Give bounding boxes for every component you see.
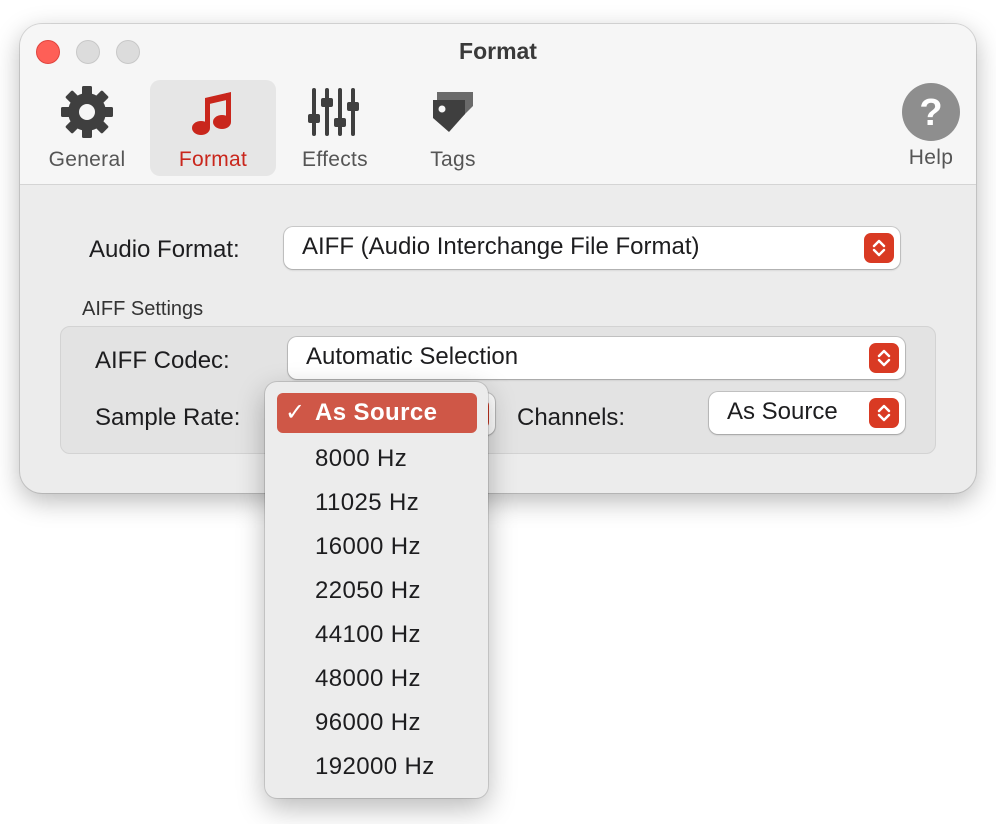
chevron-up-down-icon	[869, 343, 899, 373]
toolbar-tags[interactable]: Tags	[390, 80, 516, 176]
sample-rate-option[interactable]: 48000 Hz	[277, 659, 477, 699]
sample-rate-option[interactable]: 16000 Hz	[277, 527, 477, 567]
toolbar-tags-label: Tags	[430, 148, 476, 171]
music-note-icon	[183, 82, 243, 142]
sample-rate-option[interactable]: ✓ As Source	[277, 393, 477, 433]
audio-format-popup[interactable]: AIFF (Audio Interchange File Format)	[284, 227, 900, 269]
sample-rate-option[interactable]: 8000 Hz	[277, 439, 477, 479]
toolbar-general-label: General	[48, 148, 126, 171]
channels-value: As Source	[727, 398, 838, 425]
channels-popup[interactable]: As Source	[709, 392, 905, 434]
toolbar-effects[interactable]: Effects	[272, 80, 398, 176]
sample-rate-option-label: 96000 Hz	[315, 709, 421, 736]
aiff-codec-label: AIFF Codec:	[95, 347, 230, 374]
chevron-up-down-icon	[869, 398, 899, 428]
aiff-settings-title: AIFF Settings	[82, 298, 204, 320]
sample-rate-option-label: 16000 Hz	[315, 533, 421, 560]
chevron-up-down-icon	[864, 233, 894, 263]
checkmark-icon: ✓	[285, 399, 306, 426]
question-icon: ?	[901, 82, 961, 142]
toolbar-help-label: Help	[908, 146, 954, 169]
sample-rate-option-label: 11025 Hz	[315, 489, 420, 516]
format-window: Format General Format Effects Tags ? Hel…	[20, 24, 976, 493]
svg-text:?: ?	[919, 92, 942, 134]
format-settings-panel: Audio Format: AIFF (Audio Interchange Fi…	[20, 186, 976, 493]
audio-format-label: Audio Format:	[89, 236, 240, 263]
sample-rate-option[interactable]: 96000 Hz	[277, 703, 477, 743]
toolbar-effects-label: Effects	[302, 148, 368, 171]
sample-rate-option-label: 44100 Hz	[315, 621, 421, 648]
channels-label: Channels:	[517, 404, 626, 431]
audio-format-value: AIFF (Audio Interchange File Format)	[302, 233, 700, 260]
sample-rate-option-label: 192000 Hz	[315, 753, 435, 780]
aiff-codec-value: Automatic Selection	[306, 343, 519, 370]
sample-rate-option-label: 48000 Hz	[315, 665, 421, 692]
sample-rate-option[interactable]: 44100 Hz	[277, 615, 477, 655]
sample-rate-menu: ✓ As Source 8000 Hz 11025 Hz 16000 Hz 22…	[265, 382, 488, 798]
toolbar-general[interactable]: General	[24, 80, 150, 176]
sample-rate-option[interactable]: 22050 Hz	[277, 571, 477, 611]
aiff-codec-popup[interactable]: Automatic Selection	[288, 337, 905, 379]
window-toolbar: Format General Format Effects Tags ? Hel…	[20, 24, 976, 185]
toolbar-format[interactable]: Format	[150, 80, 276, 176]
sliders-icon	[305, 82, 365, 142]
toolbar-help[interactable]: ? Help	[868, 80, 976, 176]
sample-rate-option-label: 22050 Hz	[315, 577, 421, 604]
sample-rate-option-label: As Source	[315, 399, 438, 426]
gear-icon	[57, 82, 117, 142]
sample-rate-option-label: 8000 Hz	[315, 445, 408, 472]
sample-rate-option[interactable]: 11025 Hz	[277, 483, 477, 523]
toolbar-format-label: Format	[178, 148, 248, 171]
window-title: Format	[459, 38, 537, 64]
aiff-settings-group: AIFF Codec: Automatic Selection Sample R…	[60, 326, 936, 454]
sample-rate-label: Sample Rate:	[95, 404, 241, 431]
sample-rate-option[interactable]: 192000 Hz	[277, 747, 477, 787]
tag-icon	[423, 82, 483, 142]
